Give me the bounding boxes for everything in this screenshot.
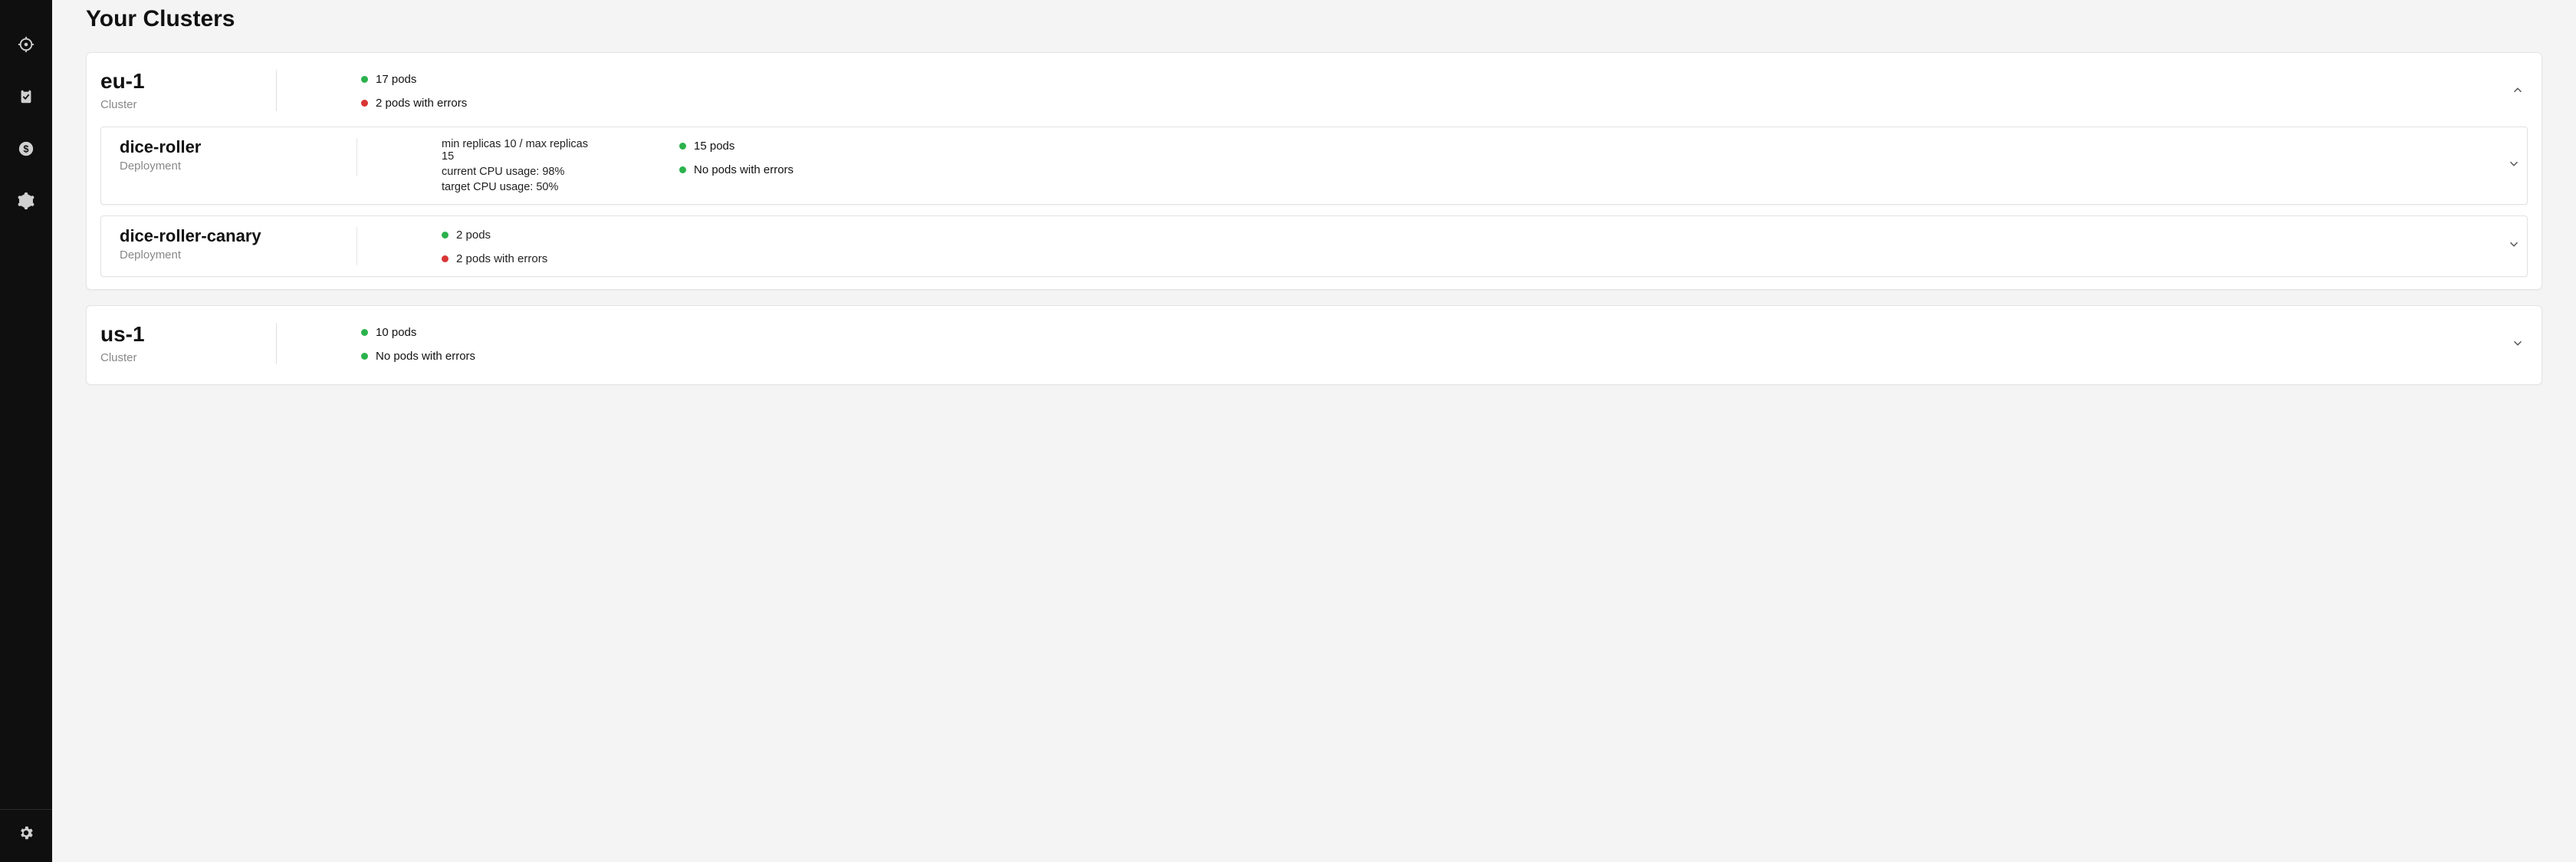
dollar-icon: $ bbox=[18, 140, 34, 161]
cluster-header[interactable]: eu-1 Cluster 17 pods 2 pods with errors bbox=[100, 65, 2528, 119]
expand-toggle[interactable] bbox=[2511, 337, 2525, 354]
stat-pods: 10 pods bbox=[361, 326, 475, 339]
stat-text: 10 pods bbox=[376, 326, 416, 339]
status-dot-red bbox=[361, 100, 368, 107]
cluster-name: us-1 bbox=[100, 323, 261, 347]
stat-errors: 2 pods with errors bbox=[442, 252, 603, 265]
deployment-card-dice-roller-canary[interactable]: dice-roller-canary Deployment 2 pods 2 p… bbox=[100, 216, 2528, 277]
deployment-kind: Deployment bbox=[120, 160, 341, 173]
stat-errors: No pods with errors bbox=[679, 163, 794, 176]
chevron-up-icon bbox=[2511, 87, 2525, 100]
cluster-header[interactable]: us-1 Cluster 10 pods No pods with errors bbox=[100, 318, 2528, 372]
cluster-kind: Cluster bbox=[100, 351, 261, 364]
detail-line: current CPU usage: 98% bbox=[442, 166, 603, 178]
stat-pods: 2 pods bbox=[442, 229, 603, 242]
collapse-toggle[interactable] bbox=[2511, 84, 2525, 101]
stat-text: 2 pods with errors bbox=[456, 252, 547, 265]
nav-item-target[interactable] bbox=[11, 31, 41, 61]
detail-line: target CPU usage: 50% bbox=[442, 181, 603, 193]
sidebar: $ bbox=[0, 0, 52, 862]
deployment-name-block: dice-roller-canary Deployment bbox=[120, 227, 357, 265]
deployment-details: min replicas 10 / max replicas 15 curren… bbox=[357, 138, 603, 193]
gear-icon bbox=[18, 824, 34, 845]
deployment-stats: 15 pods No pods with errors bbox=[603, 138, 794, 176]
clipboard-check-icon bbox=[18, 88, 34, 109]
cluster-name-block: eu-1 Cluster bbox=[100, 70, 277, 111]
status-dot-green bbox=[679, 166, 686, 173]
detail-line: min replicas 10 / max replicas 15 bbox=[442, 138, 603, 163]
main-content: Your Clusters eu-1 Cluster 17 pods 2 pod… bbox=[52, 0, 2576, 862]
stat-text: 2 pods with errors bbox=[376, 97, 467, 110]
cluster-card-eu-1: eu-1 Cluster 17 pods 2 pods with errors bbox=[86, 52, 2542, 290]
graphql-icon bbox=[18, 192, 34, 213]
status-dot-green bbox=[442, 232, 449, 239]
status-dot-green bbox=[361, 329, 368, 336]
status-dot-green bbox=[679, 143, 686, 150]
page-title: Your Clusters bbox=[86, 6, 2542, 32]
deployment-name: dice-roller-canary bbox=[120, 227, 341, 245]
nav-item-settings[interactable] bbox=[11, 819, 41, 850]
status-dot-green bbox=[361, 353, 368, 360]
chevron-down-icon bbox=[2511, 341, 2525, 354]
stat-text: 17 pods bbox=[376, 73, 416, 86]
target-icon bbox=[18, 36, 34, 57]
stat-text: No pods with errors bbox=[694, 163, 794, 176]
nav-item-clipboard[interactable] bbox=[11, 83, 41, 114]
stat-text: 15 pods bbox=[694, 140, 734, 153]
stat-pods: 17 pods bbox=[361, 73, 467, 86]
stat-text: No pods with errors bbox=[376, 350, 475, 363]
status-dot-red bbox=[442, 255, 449, 262]
chevron-down-icon bbox=[2507, 161, 2521, 174]
deployment-card-dice-roller[interactable]: dice-roller Deployment min replicas 10 /… bbox=[100, 127, 2528, 205]
expand-toggle[interactable] bbox=[2507, 157, 2521, 175]
deployment-name-block: dice-roller Deployment bbox=[120, 138, 357, 176]
expand-toggle[interactable] bbox=[2507, 238, 2521, 255]
deployments-list: dice-roller Deployment min replicas 10 /… bbox=[100, 127, 2528, 277]
deployment-name: dice-roller bbox=[120, 138, 341, 156]
status-dot-green bbox=[361, 76, 368, 83]
cluster-name-block: us-1 Cluster bbox=[100, 323, 277, 364]
deployment-kind: Deployment bbox=[120, 248, 341, 262]
cluster-name: eu-1 bbox=[100, 70, 261, 94]
cluster-kind: Cluster bbox=[100, 98, 261, 111]
stat-pods: 15 pods bbox=[679, 140, 794, 153]
nav-item-graphql[interactable] bbox=[11, 187, 41, 218]
cluster-stats: 10 pods No pods with errors bbox=[277, 323, 475, 363]
cluster-stats: 17 pods 2 pods with errors bbox=[277, 70, 467, 110]
deployment-stats: 2 pods 2 pods with errors bbox=[357, 227, 603, 265]
svg-text:$: $ bbox=[23, 143, 28, 154]
chevron-down-icon bbox=[2507, 242, 2521, 255]
nav-item-billing[interactable]: $ bbox=[11, 135, 41, 166]
stat-text: 2 pods bbox=[456, 229, 491, 242]
stat-errors: No pods with errors bbox=[361, 350, 475, 363]
stat-errors: 2 pods with errors bbox=[361, 97, 467, 110]
cluster-card-us-1: us-1 Cluster 10 pods No pods with errors bbox=[86, 305, 2542, 385]
